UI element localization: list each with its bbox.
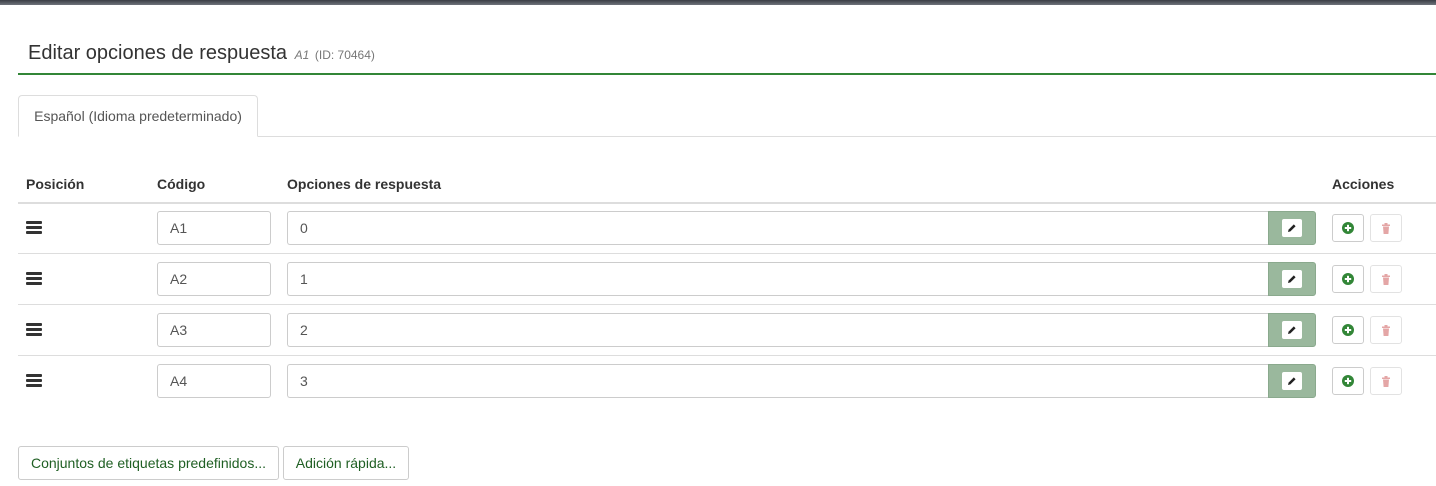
trash-icon: [1382, 222, 1390, 234]
table-row: [18, 254, 1436, 305]
trash-icon: [1382, 324, 1390, 336]
pencil-icon: [1288, 275, 1296, 283]
trash-icon: [1382, 273, 1390, 285]
add-answer-button[interactable]: [1332, 265, 1364, 293]
pencil-icon: [1288, 377, 1296, 385]
drag-handle-icon[interactable]: [26, 221, 42, 234]
edit-answer-button[interactable]: [1268, 364, 1316, 398]
quick-add-button[interactable]: Adición rápida...: [283, 446, 409, 480]
delete-answer-button[interactable]: [1370, 214, 1402, 242]
delete-answer-button[interactable]: [1370, 367, 1402, 395]
answer-input[interactable]: [287, 211, 1269, 245]
drag-handle-icon[interactable]: [26, 272, 42, 285]
question-code: A1: [294, 48, 310, 62]
plus-circle-icon: [1342, 222, 1354, 234]
edit-answer-button[interactable]: [1268, 211, 1316, 245]
question-id: (ID: 70464): [314, 48, 375, 62]
code-input[interactable]: [157, 364, 271, 398]
code-input[interactable]: [157, 211, 271, 245]
add-answer-button[interactable]: [1332, 214, 1364, 242]
column-header-answer-options: Opciones de respuesta: [287, 176, 442, 192]
add-answer-button[interactable]: [1332, 367, 1364, 395]
edit-answer-button[interactable]: [1268, 262, 1316, 296]
answer-input[interactable]: [287, 364, 1269, 398]
add-answer-button[interactable]: [1332, 316, 1364, 344]
drag-handle-icon[interactable]: [26, 374, 42, 387]
page-title: Editar opciones de respuesta A1 (ID: 704…: [28, 42, 375, 65]
plus-circle-icon: [1342, 324, 1354, 336]
code-input[interactable]: [157, 313, 271, 347]
table-row: [18, 203, 1436, 254]
column-header-code: Código: [157, 176, 206, 192]
top-border: [0, 0, 1436, 5]
column-header-actions: Acciones: [1332, 176, 1395, 192]
page-header: Editar opciones de respuesta A1 (ID: 704…: [18, 40, 1436, 75]
edit-answer-button[interactable]: [1268, 313, 1316, 347]
delete-answer-button[interactable]: [1370, 265, 1402, 293]
pencil-icon: [1288, 326, 1296, 334]
table-row: [18, 305, 1436, 356]
answer-input[interactable]: [287, 262, 1269, 296]
delete-answer-button[interactable]: [1370, 316, 1402, 344]
plus-circle-icon: [1342, 375, 1354, 387]
pencil-icon: [1288, 224, 1296, 232]
trash-icon: [1382, 375, 1390, 387]
page-title-text: Editar opciones de respuesta: [28, 42, 288, 64]
answer-input[interactable]: [287, 313, 1269, 347]
predefined-label-sets-button[interactable]: Conjuntos de etiquetas predefinidos...: [18, 446, 279, 480]
table-row: [18, 356, 1436, 407]
tab-spanish[interactable]: Español (Idioma predeterminado): [18, 95, 258, 137]
column-header-position: Posición: [26, 176, 85, 192]
code-input[interactable]: [157, 262, 271, 296]
drag-handle-icon[interactable]: [26, 323, 42, 336]
plus-circle-icon: [1342, 273, 1354, 285]
language-tabs: Español (Idioma predeterminado): [18, 95, 1436, 137]
